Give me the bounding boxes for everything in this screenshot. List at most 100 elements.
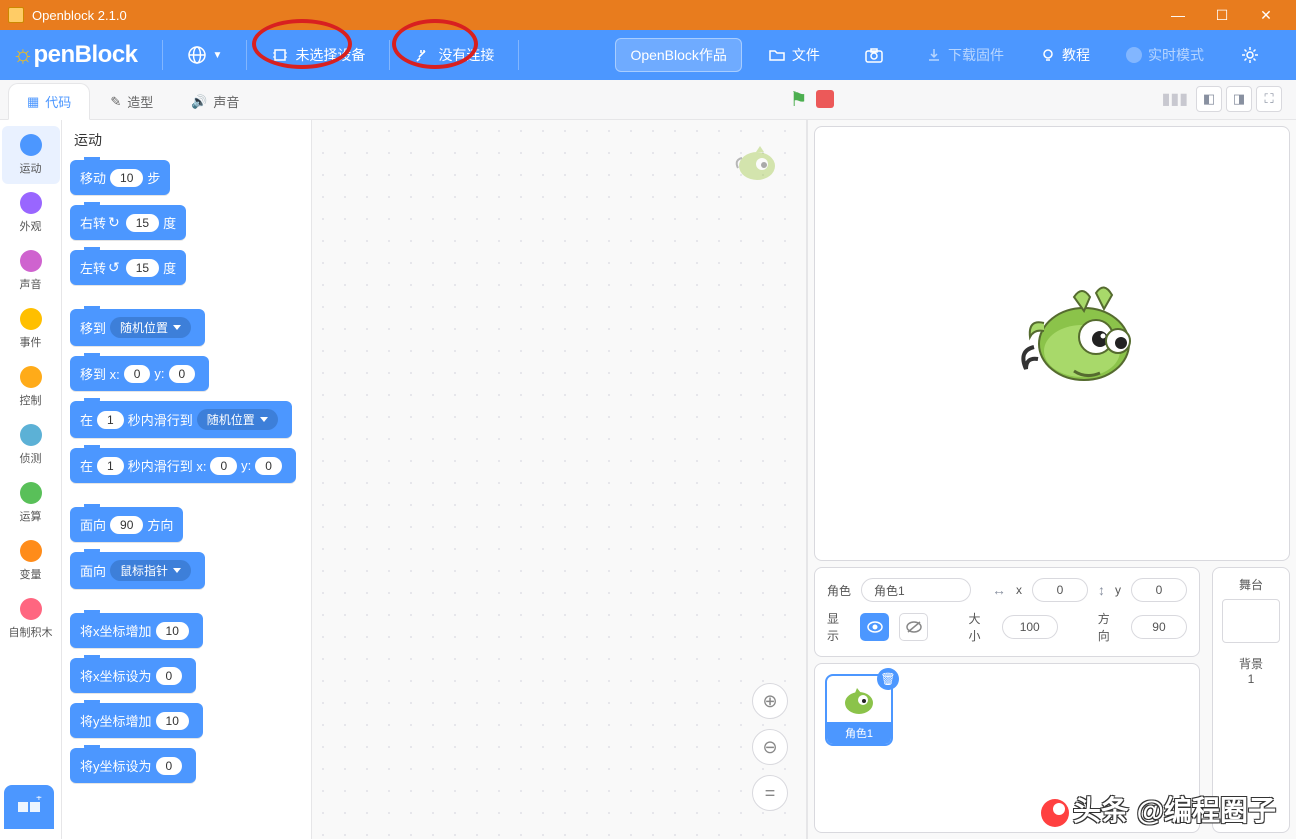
sprite-card[interactable]: 🗑 角色1 [825, 674, 893, 746]
brush-icon: ✎ [110, 94, 121, 110]
block-set-y[interactable]: 将y坐标设为0 [70, 748, 196, 783]
view-large-button[interactable]: ◨ [1226, 86, 1252, 112]
maximize-button[interactable]: ☐ [1200, 1, 1244, 29]
category-myblocks[interactable]: 自制积木 [2, 590, 60, 648]
block-move-steps[interactable]: 移动10步 [70, 160, 170, 195]
mode-toggle[interactable]: 实时模式 [1112, 39, 1218, 71]
block-set-x[interactable]: 将x坐标设为0 [70, 658, 196, 693]
sprite-x-input[interactable] [1032, 578, 1088, 602]
category-events[interactable]: 事件 [2, 300, 60, 358]
firmware-label: 下载固件 [948, 45, 1004, 65]
chip-icon [271, 46, 289, 64]
stop-button[interactable] [816, 90, 834, 108]
tab-code[interactable]: ▦ 代码 [8, 83, 90, 120]
category-motion[interactable]: 运动 [2, 126, 60, 184]
view-small-button[interactable]: ◧ [1196, 86, 1222, 112]
tutorial-label: 教程 [1062, 45, 1090, 65]
plug-icon [414, 46, 432, 64]
zoom-out-button[interactable]: ⊖ [752, 729, 788, 765]
backdrop-count: 1 [1221, 672, 1281, 686]
connect-button[interactable]: 没有连接 [400, 39, 508, 71]
tab-costumes[interactable]: ✎ 造型 [92, 84, 171, 119]
category-column: 运动 外观 声音 事件 控制 侦测 运算 变量 自制积木 [0, 120, 62, 839]
stage-view[interactable] [814, 126, 1290, 561]
watermark: 头条 @编程圈子 [1041, 789, 1276, 829]
zoom-reset-button[interactable]: = [752, 775, 788, 811]
category-sound[interactable]: 声音 [2, 242, 60, 300]
show-button[interactable] [860, 613, 889, 641]
category-operators[interactable]: 运算 [2, 474, 60, 532]
project-name-input[interactable]: OpenBlock作品 [615, 38, 741, 72]
tabs-row: ▦ 代码 ✎ 造型 🔊 声音 ⚑ ▮▮▮ ◧ ◨ ⛶ [0, 80, 1296, 120]
category-variables[interactable]: 变量 [2, 532, 60, 590]
tutorial-button[interactable]: 教程 [1026, 39, 1104, 71]
screenshot-button[interactable] [850, 40, 904, 70]
fullscreen-button[interactable]: ⛶ [1256, 86, 1282, 112]
block-point-towards[interactable]: 面向鼠标指针 [70, 552, 205, 589]
palette-header: 运动 [70, 130, 303, 150]
minimize-button[interactable]: — [1156, 1, 1200, 29]
zoom-in-button[interactable]: ⊕ [752, 683, 788, 719]
close-button[interactable]: ✕ [1244, 1, 1288, 29]
svg-text:+: + [36, 796, 42, 804]
backdrop-label: 背景 [1221, 655, 1281, 672]
cw-icon: ↻ [108, 214, 120, 231]
delete-sprite-button[interactable]: 🗑 [877, 668, 899, 690]
tab-sounds[interactable]: 🔊 声音 [173, 84, 257, 119]
bulb-icon [1040, 47, 1056, 63]
category-sensing[interactable]: 侦测 [2, 416, 60, 474]
script-workspace[interactable]: ⊕ ⊖ = [312, 120, 806, 839]
sprite-card-name: 角色1 [827, 722, 891, 744]
firmware-button[interactable]: 下载固件 [912, 39, 1018, 71]
block-turn-right[interactable]: 右转↻15度 [70, 205, 186, 240]
mode-label: 实时模式 [1148, 45, 1204, 65]
block-goto-xy[interactable]: 移到 x:0y:0 [70, 356, 209, 391]
app-icon [8, 7, 24, 23]
block-glide-menu[interactable]: 在1秒内滑行到随机位置 [70, 401, 292, 438]
block-change-y[interactable]: 将y坐标增加10 [70, 703, 203, 738]
select-device-button[interactable]: 未选择设备 [257, 39, 379, 71]
folder-icon [768, 46, 786, 64]
block-glide-xy[interactable]: 在1秒内滑行到 x:0y:0 [70, 448, 296, 483]
block-turn-left[interactable]: 左转↺15度 [70, 250, 186, 285]
stage-thumbnail[interactable] [1222, 599, 1280, 643]
add-extension-button[interactable]: + [4, 785, 54, 829]
window-titlebar: Openblock 2.1.0 — ☐ ✕ [0, 0, 1296, 30]
sprite-direction-input[interactable] [1131, 615, 1187, 639]
direction-label: 方向 [1098, 610, 1121, 644]
sprite-watermark-icon [732, 138, 782, 187]
block-point-direction[interactable]: 面向90方向 [70, 507, 183, 542]
category-looks[interactable]: 外观 [2, 184, 60, 242]
block-goto-menu[interactable]: 移到随机位置 [70, 309, 205, 346]
sprite-name-input[interactable] [861, 578, 971, 602]
sound-icon: 🔊 [191, 94, 207, 110]
y-axis-icon: ↕ [1098, 582, 1105, 598]
eye-off-icon [906, 621, 922, 633]
block-palette: 运动 移动10步 右转↻15度 左转↺15度 移到随机位置 移到 x:0y:0 … [62, 120, 312, 839]
code-icon: ▦ [27, 94, 39, 110]
hide-button[interactable] [899, 613, 928, 641]
file-menu[interactable]: 文件 [754, 39, 834, 71]
stage-panel-title: 舞台 [1221, 576, 1281, 593]
sprite-y-input[interactable] [1131, 578, 1187, 602]
ccw-icon: ↺ [108, 259, 120, 276]
green-flag-button[interactable]: ⚑ [790, 87, 808, 112]
block-change-x[interactable]: 将x坐标增加10 [70, 613, 203, 648]
download-icon [926, 47, 942, 63]
window-title: Openblock 2.1.0 [32, 8, 127, 23]
menu-bar: ☼penBlock ▼ 未选择设备 没有连接 OpenBlock作品 文件 下载… [0, 30, 1296, 80]
stage-sprite[interactable] [1014, 279, 1154, 394]
gear-icon [1240, 45, 1260, 65]
sprite-info-panel: 角色 ↔ x ↕ y 显示 大 [814, 567, 1200, 657]
sprite-size-input[interactable] [1002, 615, 1058, 639]
device-label: 未选择设备 [295, 45, 365, 65]
watermark-icon [1041, 799, 1069, 827]
size-label: 大小 [968, 610, 991, 644]
language-button[interactable]: ▼ [173, 39, 237, 71]
settings-button[interactable] [1226, 39, 1280, 71]
sprite-label: 角色 [827, 582, 851, 599]
eye-icon [867, 621, 883, 633]
camera-icon [864, 46, 884, 64]
category-control[interactable]: 控制 [2, 358, 60, 416]
signal-icon: ▮▮▮ [1162, 89, 1188, 109]
